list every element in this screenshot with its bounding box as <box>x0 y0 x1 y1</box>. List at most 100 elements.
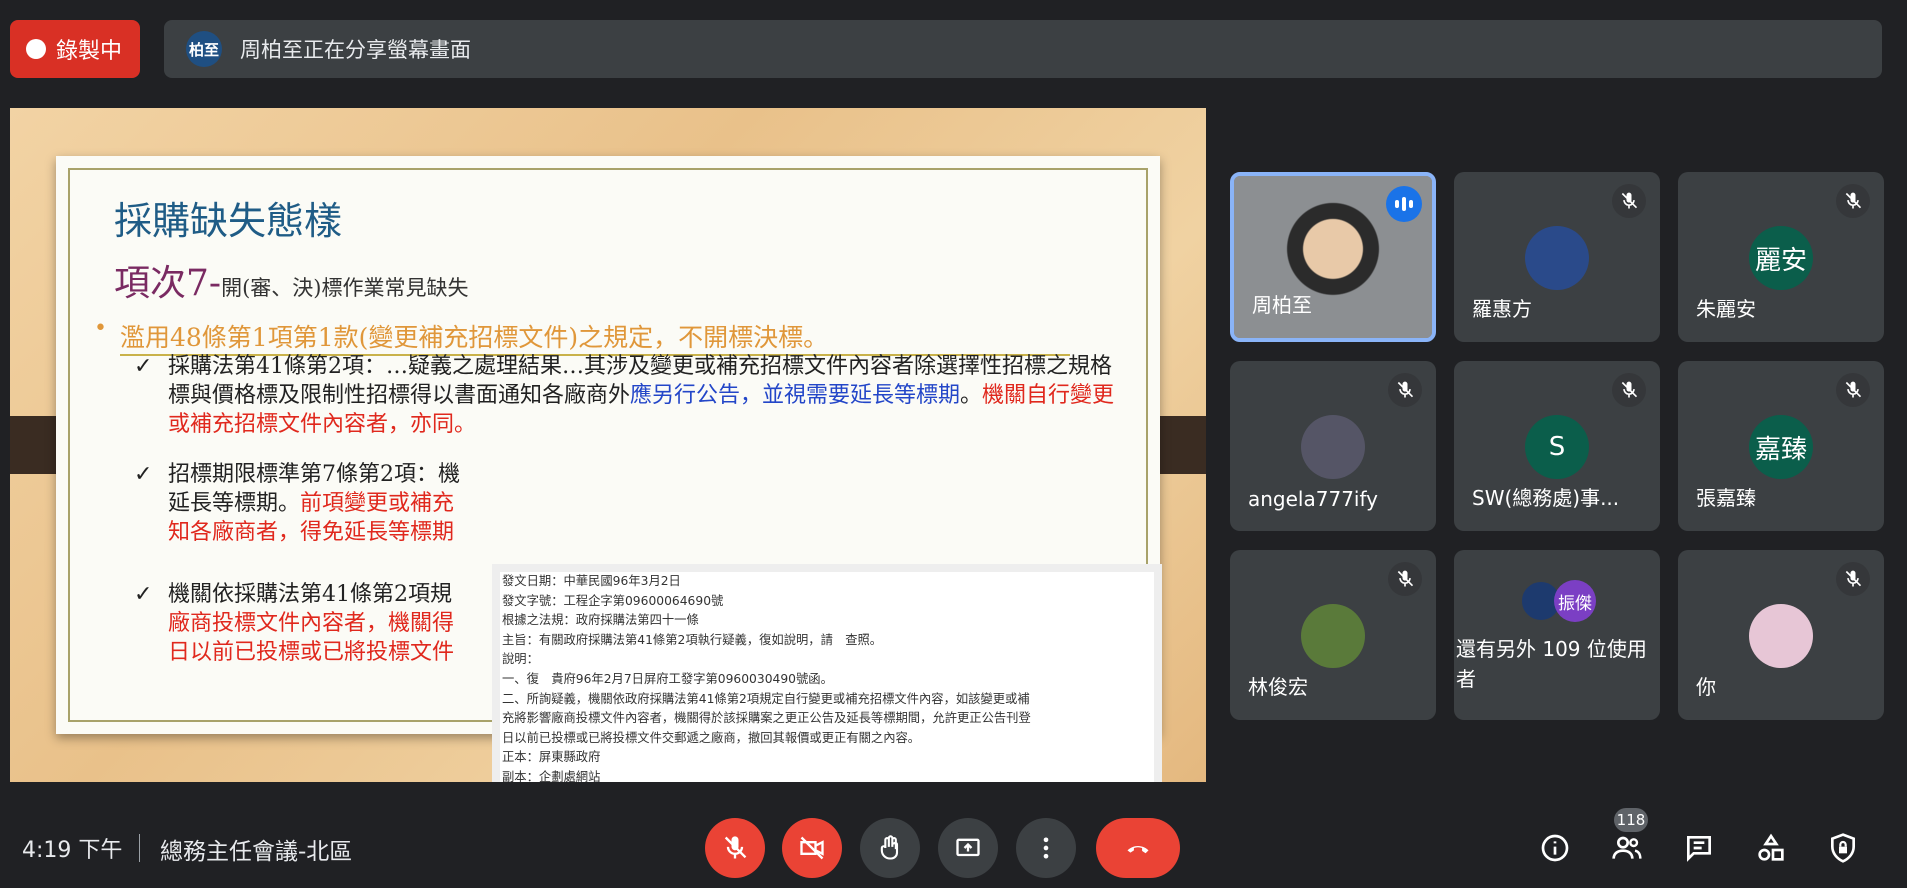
participant-name: angela777ify <box>1248 487 1378 511</box>
mic-off-icon <box>1836 562 1870 596</box>
avatar-photo <box>1749 604 1813 668</box>
meeting-details-button[interactable] <box>1537 830 1573 866</box>
presenter-avatar: 柏至 <box>186 31 222 67</box>
participant-tile[interactable]: 羅惠方 <box>1454 172 1660 342</box>
check-item: ✓ 採購法第41條第2項：…疑義之處理結果…其涉及變更或補充招標文件內容者除選擇… <box>134 352 1128 439</box>
check-text: 招標期限標準第7條第2項：機 <box>168 462 460 487</box>
more-vert-icon <box>1043 837 1049 859</box>
participant-name: 朱麗安 <box>1696 297 1756 321</box>
leave-call-button[interactable] <box>1096 818 1180 878</box>
avatar: 振傑 <box>1554 580 1596 622</box>
participant-tile[interactable]: 周柏至 <box>1230 172 1436 342</box>
mic-off-icon <box>724 836 747 859</box>
document-line: 發文字號：工程企字第09600064690號 <box>502 593 724 608</box>
chat-icon <box>1687 836 1711 862</box>
avatar: 麗安 <box>1749 226 1813 290</box>
info-icon <box>1541 834 1569 862</box>
participant-name: 還有另外 109 位使用者 <box>1456 637 1647 691</box>
check-text-red: 日以前已投標或已將投標文件 <box>168 640 455 665</box>
document-line: 正本：屏東縣政府 <box>502 750 601 765</box>
avatar-photo <box>1301 604 1365 668</box>
participant-name: 林俊宏 <box>1248 675 1308 699</box>
document-line: 根據之法規：政府採購法第四十一條 <box>502 613 699 628</box>
check-item: ✓ 招標期限標準第7條第2項：機 延長等標期。前項變更或補充知各廠商者，得免延長等… <box>134 460 1128 547</box>
mic-toggle-button[interactable] <box>705 818 765 878</box>
check-text: 機關依採購法第41條第2項規 <box>168 582 452 607</box>
avatar: S <box>1525 415 1589 479</box>
mic-off-icon <box>1612 373 1646 407</box>
participant-name: 張嘉臻 <box>1696 486 1756 510</box>
check-text-red: 知各廠商者，得免延長等標期 <box>168 520 455 545</box>
document-line: 日以前已投標或已將投標文件交郵遞之廠商，撤回其報價或更正有關之內容。 <box>502 730 921 745</box>
official-document-popup: 發文日期：中華民國96年3月2日發文字號：工程企字第09600064690號 根據… <box>492 564 1162 782</box>
record-dot-icon <box>26 39 46 59</box>
participant-name: 周柏至 <box>1252 293 1312 317</box>
mic-off-icon <box>1836 373 1870 407</box>
slide-subtitle-small: 開(審、決)標作業常見缺失 <box>221 276 469 300</box>
divider <box>139 834 140 862</box>
document-line: 說明： <box>502 652 539 667</box>
recording-indicator[interactable]: 錄製中 <box>10 20 140 78</box>
slide-bullet-text: 濫用48條第1項第1款(變更補充招標文件)之規定，不開標決標。 <box>120 323 829 352</box>
participant-name: 羅惠方 <box>1472 297 1532 321</box>
check-text-red: 前項變更或補充 <box>300 491 455 516</box>
clock: 4:19 下午 <box>22 838 123 863</box>
participant-tile[interactable]: 振傑還有另外 109 位使用者 <box>1454 550 1660 720</box>
screen-share-banner: 柏至 周柏至正在分享螢幕畫面 <box>164 20 1882 78</box>
present-icon <box>956 838 980 857</box>
mic-off-icon <box>1612 184 1646 218</box>
shapes-icon <box>1758 833 1784 861</box>
check-mark-icon: ✓ <box>134 354 153 379</box>
check-text: 。 <box>960 383 983 408</box>
document-lines: 發文日期：中華民國96年3月2日發文字號：工程企字第09600064690號 根據… <box>502 572 1152 782</box>
slide-subtitle-main: 項次7- <box>114 263 222 304</box>
slide-subtitle: 項次7-開(審、決)標作業常見缺失 <box>114 254 468 306</box>
mic-off-icon <box>1388 562 1422 596</box>
presentation-stage[interactable]: 採購缺失態樣 項次7-開(審、決)標作業常見缺失 • 濫用48條第1項第1款(變更… <box>10 108 1206 782</box>
participant-tile[interactable]: S SW(總務處)事... <box>1454 361 1660 531</box>
avatar: 嘉臻 <box>1749 415 1813 479</box>
host-controls-button[interactable] <box>1825 830 1861 866</box>
phone-hangup-icon <box>1127 845 1149 854</box>
shield-lock-icon <box>1831 833 1855 863</box>
participant-name: SW(總務處)事... <box>1472 486 1620 510</box>
more-options-button[interactable] <box>1016 818 1076 878</box>
avatar-photo <box>1301 415 1365 479</box>
slide-title: 採購缺失態樣 <box>114 199 343 243</box>
document-line: 副本：企劃處網站 <box>502 769 601 782</box>
participant-tile[interactable]: 林俊宏 <box>1230 550 1436 720</box>
document-line: 主旨：有關政府採購法第41條第2項執行疑義，復如說明，請 查照。 <box>502 632 883 647</box>
people-count-badge: 118 <box>1614 808 1648 832</box>
mic-off-icon <box>1388 373 1422 407</box>
check-text: 延長等標期。 <box>168 491 301 516</box>
camera-toggle-button[interactable] <box>782 818 842 878</box>
document-line: 充將影響廠商投標文件內容者，機關得於該採購案之更正公告及延長等標期間，允許更正公… <box>502 711 1031 726</box>
meeting-title: 總務主任會議-北區 <box>160 839 353 865</box>
recording-label: 錄製中 <box>56 39 123 64</box>
participant-tile[interactable]: 麗安朱麗安 <box>1678 172 1884 342</box>
camera-off-icon <box>800 836 824 860</box>
participant-tile[interactable]: angela777ify <box>1230 361 1436 531</box>
present-screen-button[interactable] <box>938 818 998 878</box>
raise-hand-button[interactable] <box>860 818 920 878</box>
chat-button[interactable] <box>1681 830 1717 866</box>
slide-bullet: • 濫用48條第1項第1款(變更補充招標文件)之規定，不開標決標。 <box>94 316 1070 356</box>
document-line: 發文日期：中華民國96年3月2日 <box>502 574 681 588</box>
check-mark-icon: ✓ <box>134 462 153 487</box>
participant-tile[interactable]: 嘉臻張嘉臻 <box>1678 361 1884 531</box>
avatar-photo <box>1525 226 1589 290</box>
hand-icon <box>880 835 899 860</box>
people-button[interactable] <box>1609 830 1645 866</box>
bullet-dot-icon: • <box>94 316 107 341</box>
share-banner-text: 周柏至正在分享螢幕畫面 <box>240 38 471 62</box>
check-mark-icon: ✓ <box>134 582 153 607</box>
mic-off-icon <box>1836 184 1870 218</box>
participant-name: 你 <box>1696 675 1716 699</box>
activities-button[interactable] <box>1753 830 1789 866</box>
speaking-indicator-icon <box>1386 186 1422 222</box>
participant-tile[interactable]: 你 <box>1678 550 1884 720</box>
check-text-red: 廠商投標文件內容者，機關得 <box>168 611 455 636</box>
people-icon <box>1612 836 1642 859</box>
document-line: 一、復 貴府96年2月7日屏府工發字第0960030490號函。 <box>502 671 833 686</box>
check-text-blue: 應另行公告，並視需要延長等標期 <box>630 383 961 408</box>
